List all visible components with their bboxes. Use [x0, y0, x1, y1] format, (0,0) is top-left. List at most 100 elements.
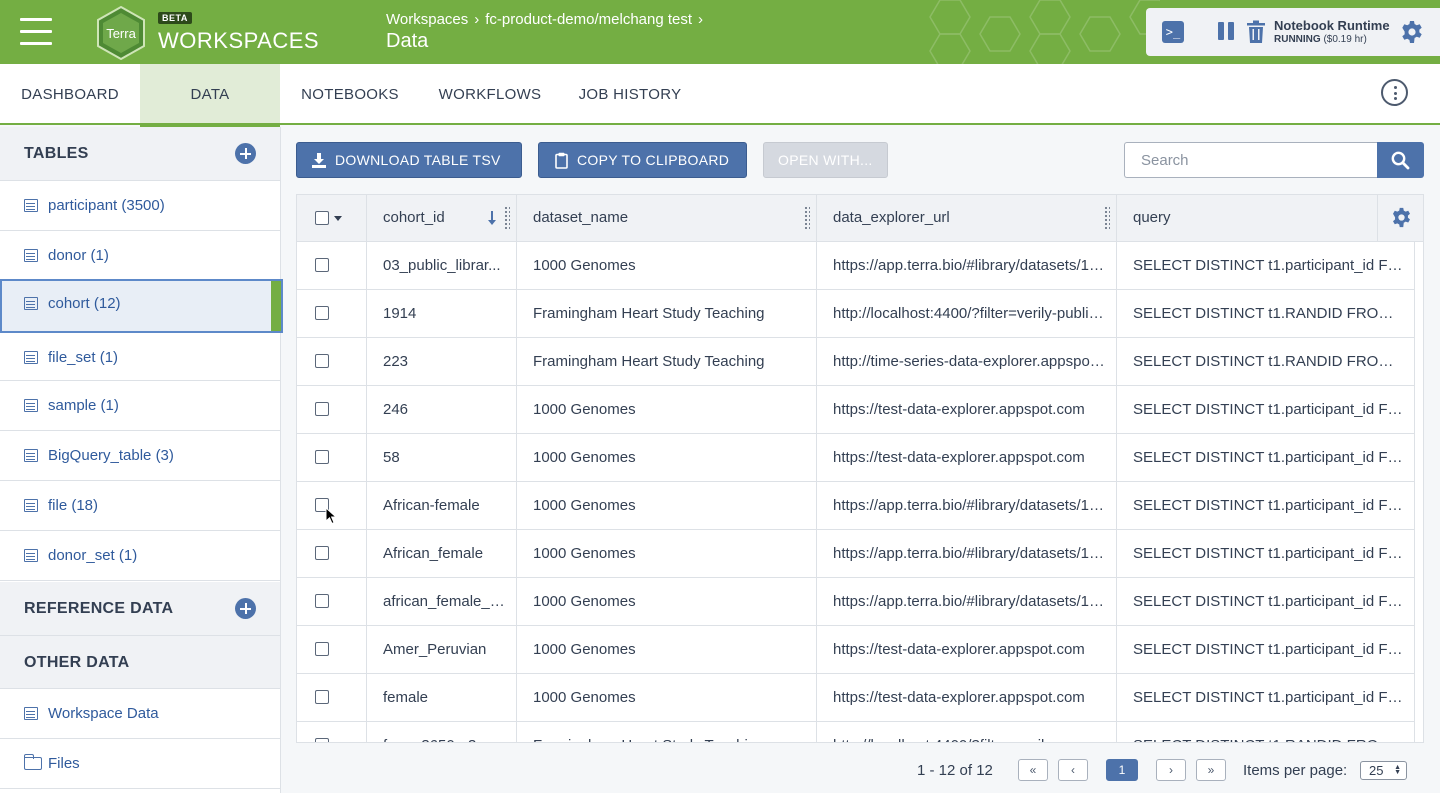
sidebar-item-file[interactable]: file (18)	[0, 481, 280, 531]
cohort-id-cell[interactable]: 223	[367, 338, 517, 385]
search-button[interactable]	[1377, 142, 1424, 178]
tab-workflows[interactable]: WORKFLOWS	[420, 64, 560, 123]
data-explorer-url-cell[interactable]: http://localhost:4400/?filter=verily-pub…	[817, 290, 1117, 337]
sidebar-item-donor-set[interactable]: donor_set (1)	[0, 531, 280, 581]
more-options-icon[interactable]	[1381, 79, 1408, 106]
data-explorer-url-cell[interactable]: https://test-data-explorer.appspot.com	[817, 434, 1117, 481]
column-resize-handle[interactable]	[505, 207, 511, 231]
dataset-name-cell[interactable]: Framingham Heart Study Teaching	[517, 290, 817, 337]
row-checkbox[interactable]	[315, 402, 329, 416]
dataset-name-cell[interactable]: 1000 Genomes	[517, 674, 817, 721]
sidebar-item-workspace-data[interactable]: Workspace Data	[0, 689, 280, 739]
sidebar-item-donor[interactable]: donor (1)	[0, 231, 280, 281]
column-resize-handle[interactable]	[805, 207, 811, 231]
add-table-icon[interactable]	[235, 143, 256, 164]
terra-logo[interactable]: Terra	[94, 6, 148, 60]
row-checkbox[interactable]	[315, 738, 329, 742]
page-number-button[interactable]: 1	[1106, 759, 1138, 781]
dataset-name-cell[interactable]: 1000 Genomes	[517, 578, 817, 625]
items-per-page-select[interactable]: 25 ▲ ▼	[1360, 761, 1407, 780]
data-explorer-url-cell[interactable]: http://time-series-data-explorer.appspot…	[817, 338, 1117, 385]
cohort-id-cell[interactable]: 246	[367, 386, 517, 433]
column-header-cohort-id[interactable]: cohort_id	[367, 195, 517, 241]
query-cell[interactable]: SELECT DISTINCT t1.participant_id FROM .…	[1117, 482, 1415, 529]
cohort-id-cell[interactable]: African_female	[367, 530, 517, 577]
row-checkbox[interactable]	[315, 546, 329, 560]
search-input[interactable]	[1124, 142, 1378, 178]
sidebar-item-participant[interactable]: participant (3500)	[0, 181, 280, 231]
data-explorer-url-cell[interactable]: https://test-data-explorer.appspot.com	[817, 674, 1117, 721]
data-explorer-url-cell[interactable]: https://app.terra.bio/#library/datasets/…	[817, 482, 1117, 529]
select-all-checkbox[interactable]	[315, 211, 329, 225]
terminal-icon[interactable]: >_	[1162, 21, 1184, 43]
query-cell[interactable]: SELECT DISTINCT t1.participant_id FROM .…	[1117, 530, 1415, 577]
column-header-dataset-name[interactable]: dataset_name	[517, 195, 817, 241]
cohort-id-cell[interactable]: Amer_Peruvian	[367, 626, 517, 673]
query-cell[interactable]: SELECT DISTINCT t1.participant_id FROM .…	[1117, 386, 1415, 433]
row-checkbox[interactable]	[315, 690, 329, 704]
query-cell[interactable]: SELECT DISTINCT t1.participant_id FROM .…	[1117, 242, 1415, 289]
data-explorer-url-cell[interactable]: https://app.terra.bio/#library/datasets/…	[817, 530, 1117, 577]
dataset-name-cell[interactable]: 1000 Genomes	[517, 626, 817, 673]
query-cell[interactable]: SELECT DISTINCT t1.RANDID FROM ...	[1117, 290, 1415, 337]
row-checkbox[interactable]	[315, 450, 329, 464]
row-checkbox[interactable]	[315, 258, 329, 272]
first-page-button[interactable]: «	[1018, 759, 1048, 781]
next-page-button[interactable]: ›	[1156, 759, 1186, 781]
data-explorer-url-cell[interactable]: https://test-data-explorer.appspot.com	[817, 626, 1117, 673]
cohort-id-cell[interactable]: African-female	[367, 482, 517, 529]
dataset-name-cell[interactable]: 1000 Genomes	[517, 530, 817, 577]
cohort-id-cell[interactable]: african_female_cohort	[367, 578, 517, 625]
select-menu-caret-icon[interactable]	[334, 216, 342, 221]
data-explorer-url-cell[interactable]: https://app.terra.bio/#library/datasets/…	[817, 578, 1117, 625]
tab-data[interactable]: DATA	[140, 64, 280, 127]
tab-dashboard[interactable]: DASHBOARD	[0, 64, 140, 123]
sort-descending-icon[interactable]	[487, 210, 497, 226]
dataset-name-cell[interactable]: 1000 Genomes	[517, 242, 817, 289]
query-cell[interactable]: SELECT DISTINCT t1.participant_id FROM .…	[1117, 674, 1415, 721]
data-explorer-url-cell[interactable]: https://app.terra.bio/#library/datasets/…	[817, 242, 1117, 289]
sidebar-item-cohort[interactable]: cohort (12)	[0, 279, 283, 333]
download-tsv-button[interactable]: DOWNLOAD TABLE TSV	[296, 142, 522, 178]
cohort-id-cell[interactable]: 1914	[367, 290, 517, 337]
pause-icon[interactable]	[1218, 22, 1236, 42]
column-settings-button[interactable]	[1377, 195, 1423, 241]
column-header-query[interactable]: query	[1117, 195, 1377, 241]
last-page-button[interactable]: »	[1196, 759, 1226, 781]
data-explorer-url-cell[interactable]: http://localhost:4400/?filter=verily	[817, 722, 1117, 742]
trash-icon[interactable]	[1246, 20, 1266, 44]
query-cell[interactable]: SELECT DISTINCT t1.participant_id FROM .…	[1117, 434, 1415, 481]
previous-page-button[interactable]: ‹	[1058, 759, 1088, 781]
copy-to-clipboard-button[interactable]: COPY TO CLIPBOARD	[538, 142, 747, 178]
cohort-id-cell[interactable]: 03_public_librar...	[367, 242, 517, 289]
column-header-data-explorer-url[interactable]: data_explorer_url	[817, 195, 1117, 241]
row-checkbox[interactable]	[315, 594, 329, 608]
tab-notebooks[interactable]: NOTEBOOKS	[280, 64, 420, 123]
cohort-id-cell[interactable]: 58	[367, 434, 517, 481]
gear-icon[interactable]	[1400, 20, 1424, 44]
sidebar-item-file-set[interactable]: file_set (1)	[0, 333, 280, 381]
column-resize-handle[interactable]	[1105, 207, 1111, 231]
menu-icon[interactable]	[20, 18, 52, 46]
cohort-id-cell[interactable]: female	[367, 674, 517, 721]
dataset-name-cell[interactable]: Framingham Heart Study Teaching	[517, 722, 817, 742]
dataset-name-cell[interactable]: 1000 Genomes	[517, 386, 817, 433]
row-checkbox[interactable]	[315, 642, 329, 656]
tab-job-history[interactable]: JOB HISTORY	[560, 64, 700, 123]
row-checkbox[interactable]	[315, 498, 329, 512]
breadcrumb-workspace[interactable]: fc-product-demo/melchang test	[485, 11, 692, 28]
data-explorer-url-cell[interactable]: https://test-data-explorer.appspot.com	[817, 386, 1117, 433]
open-with-button[interactable]: OPEN WITH...	[763, 142, 888, 178]
dataset-name-cell[interactable]: Framingham Heart Study Teaching	[517, 338, 817, 385]
sidebar-item-files[interactable]: Files	[0, 739, 280, 789]
sidebar-item-sample[interactable]: sample (1)	[0, 381, 280, 431]
breadcrumb-workspaces[interactable]: Workspaces	[386, 11, 468, 28]
row-checkbox[interactable]	[315, 354, 329, 368]
add-reference-icon[interactable]	[235, 598, 256, 619]
cohort-id-cell[interactable]: fram_3650_r3	[367, 722, 517, 742]
dataset-name-cell[interactable]: 1000 Genomes	[517, 434, 817, 481]
dataset-name-cell[interactable]: 1000 Genomes	[517, 482, 817, 529]
sidebar-item-bigquery-table[interactable]: BigQuery_table (3)	[0, 431, 280, 481]
row-checkbox[interactable]	[315, 306, 329, 320]
query-cell[interactable]: SELECT DISTINCT t1.RANDID FROM ...	[1117, 338, 1415, 385]
